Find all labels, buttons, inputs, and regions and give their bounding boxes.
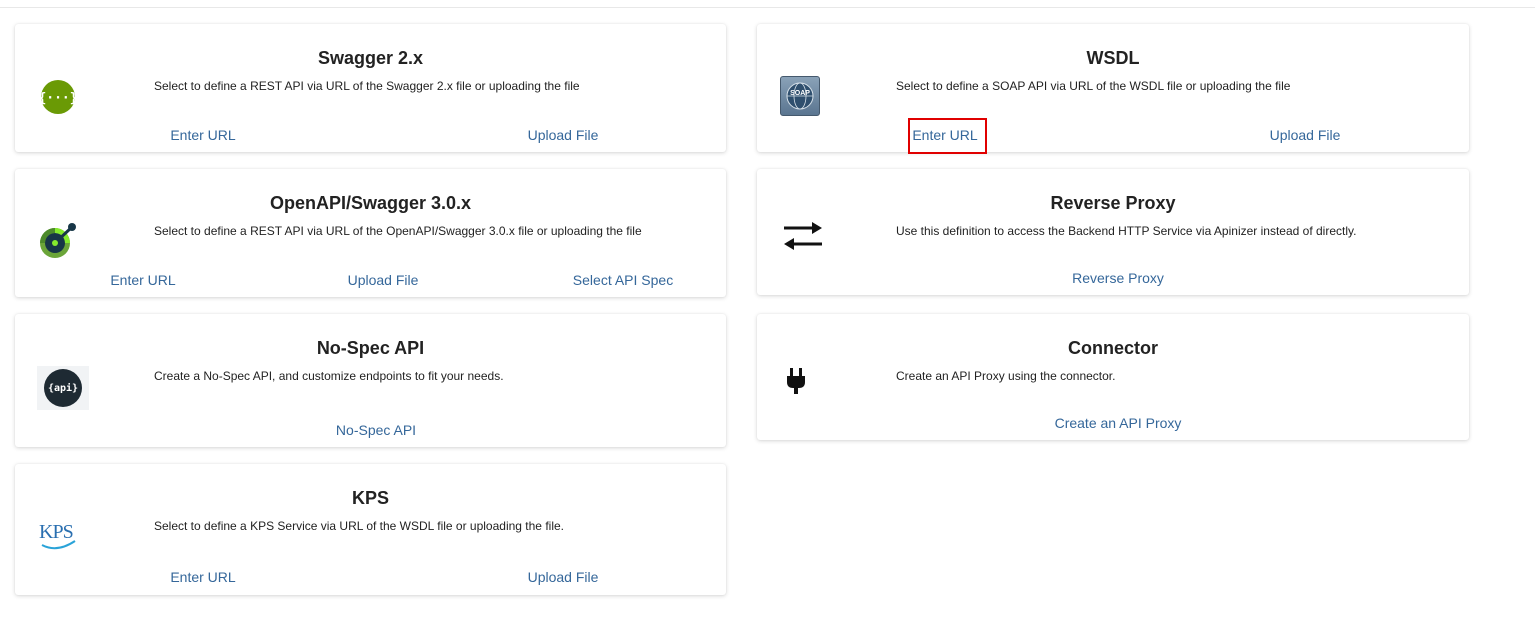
- soap-globe-icon: SOAP: [780, 76, 820, 116]
- enter-url-link[interactable]: Enter URL: [170, 569, 235, 585]
- card-description: Select to define a KPS Service via URL o…: [154, 519, 564, 533]
- enter-url-link[interactable]: Enter URL: [110, 272, 175, 288]
- upload-file-link[interactable]: Upload File: [528, 127, 599, 143]
- card-title: No-Spec API: [316, 338, 425, 358]
- reverse-proxy-card[interactable]: Reverse Proxy Use this definition to acc…: [757, 169, 1469, 295]
- top-divider: [0, 7, 1535, 8]
- nospec-card[interactable]: No-Spec API Create a No-Spec API, and cu…: [15, 314, 726, 447]
- card-title: OpenAPI/Swagger 3.0.x: [269, 193, 472, 213]
- wsdl-card[interactable]: WSDL Select to define a SOAP API via URL…: [757, 24, 1469, 154]
- card-description: Select to define a REST API via URL of t…: [154, 224, 642, 238]
- upload-file-link[interactable]: Upload File: [528, 569, 599, 585]
- openapi3-card[interactable]: OpenAPI/Swagger 3.0.x Select to define a…: [15, 169, 726, 297]
- create-api-proxy-link[interactable]: Create an API Proxy: [1055, 415, 1182, 431]
- api-badge-text: {api}: [44, 369, 82, 407]
- reverse-proxy-link[interactable]: Reverse Proxy: [1072, 270, 1164, 286]
- card-description: Create a No-Spec API, and customize endp…: [154, 369, 504, 383]
- card-title: Connector: [1068, 338, 1158, 358]
- upload-file-link[interactable]: Upload File: [348, 272, 419, 288]
- card-description: Create an API Proxy using the connector.: [896, 369, 1116, 383]
- swap-arrows-icon: [782, 220, 824, 257]
- card-title: KPS: [351, 488, 389, 508]
- card-description: Select to define a REST API via URL of t…: [154, 79, 580, 93]
- openapi-icon: [38, 221, 78, 266]
- svg-text:{···}: {···}: [40, 91, 76, 106]
- connector-card[interactable]: Connector Create an API Proxy using the …: [757, 314, 1469, 440]
- card-description: Use this definition to access the Backen…: [896, 224, 1357, 238]
- swagger-curly-braces-icon: {···}: [38, 79, 78, 120]
- highlight-box: [908, 118, 987, 154]
- plug-icon: [785, 367, 807, 400]
- enter-url-link[interactable]: Enter URL: [170, 127, 235, 143]
- swagger2-card[interactable]: Swagger 2.x Select to define a REST API …: [15, 24, 726, 152]
- card-title: Reverse Proxy: [1050, 193, 1176, 213]
- kps-logo-icon: KPS: [39, 517, 79, 553]
- soap-icon-text: SOAP: [790, 90, 810, 97]
- card-title: Swagger 2.x: [317, 48, 424, 68]
- api-badge-icon: {api}: [37, 366, 89, 410]
- card-description: Select to define a SOAP API via URL of t…: [896, 79, 1291, 93]
- upload-file-link[interactable]: Upload File: [1270, 127, 1341, 143]
- nospec-api-link[interactable]: No-Spec API: [336, 422, 416, 438]
- select-api-spec-link[interactable]: Select API Spec: [573, 272, 673, 288]
- kps-card[interactable]: KPS Select to define a KPS Service via U…: [15, 464, 726, 595]
- card-title: WSDL: [1086, 48, 1140, 68]
